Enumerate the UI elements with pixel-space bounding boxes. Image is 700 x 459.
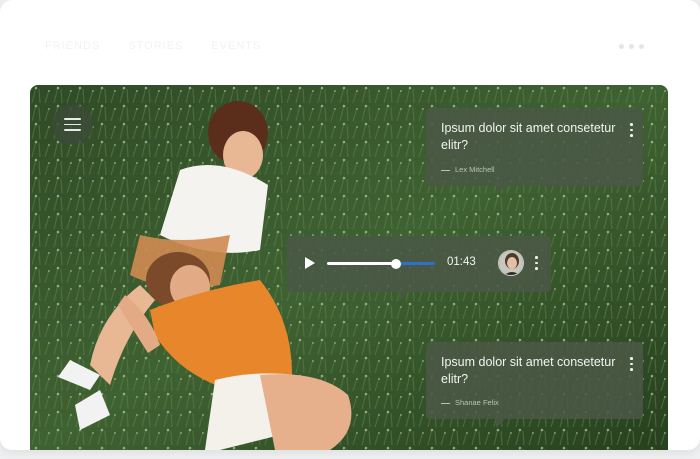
message-text: Ipsum dolor sit amet consetetur elitr? [441,355,616,386]
nav-item-events[interactable]: EVENTS [211,40,261,52]
audio-scrubber-handle[interactable] [391,258,402,269]
voice-message-player: 01:43 [287,236,551,301]
message-options-icon[interactable] [630,357,633,371]
nav-item-stories[interactable]: STORIES [128,40,183,52]
audio-time: 01:43 [447,256,476,268]
menu-line [64,118,81,120]
message-author: Shanae Felix [441,398,499,407]
menu-line [64,129,81,131]
nav-item-friends[interactable]: FRIENDS [45,40,100,52]
audio-progress-track[interactable] [327,258,435,269]
message-options-icon[interactable] [630,123,633,137]
message-text: Ipsum dolor sit amet consetetur elitr? [441,121,616,152]
audio-progress-fill [327,262,397,265]
chat-message-bubble[interactable]: Ipsum dolor sit amet consetetur elitr? S… [426,342,643,428]
menu-line [64,123,81,126]
avatar[interactable] [498,250,524,276]
player-options-icon[interactable] [535,256,538,270]
play-icon[interactable] [305,257,315,269]
more-options-icon[interactable] [619,44,644,49]
chat-message-bubble[interactable]: Ipsum dolor sit amet consetetur elitr? L… [426,108,643,195]
top-navigation: FRIENDS STORIES EVENTS [45,40,261,52]
message-author: Lex Mitchell [441,165,495,174]
hamburger-menu-button[interactable] [52,104,93,145]
